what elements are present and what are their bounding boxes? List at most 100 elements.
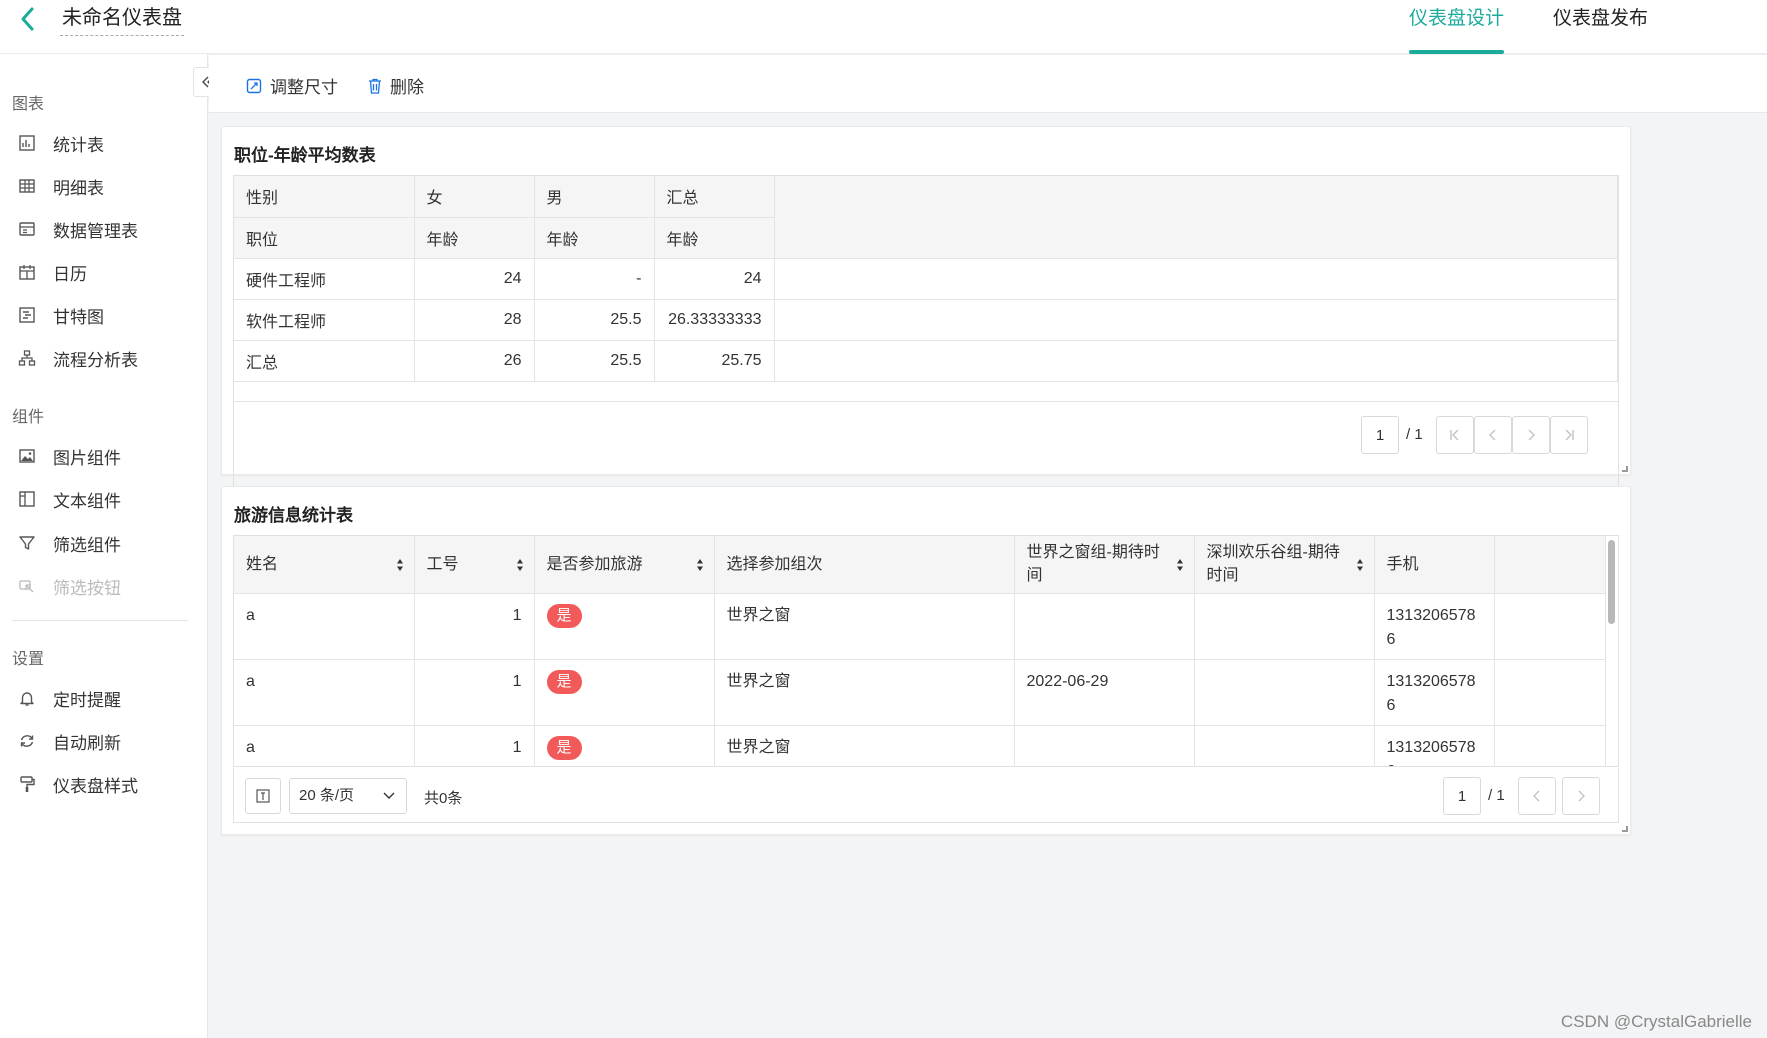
sidebar-item-image-component[interactable]: 图片组件: [0, 439, 200, 473]
paint-roller-icon: [20, 776, 35, 792]
column-settings-button[interactable]: [245, 778, 281, 814]
cell-value: 26: [414, 340, 535, 382]
status-badge: 是: [546, 669, 582, 694]
sidebar-item-label: 自动刷新: [53, 733, 121, 753]
table-row[interactable]: a 1 是 世界之窗 13132065786: [234, 725, 1606, 766]
status-badge: 是: [546, 735, 582, 760]
sidebar-item-scheduled-reminder[interactable]: 定时提醒: [0, 681, 200, 715]
calendar-icon: [19, 265, 35, 280]
column-header-window-time[interactable]: 世界之窗组-期待时间: [1014, 536, 1195, 594]
watermark: CSDN @CrystalGabrielle: [1560, 1012, 1752, 1031]
header-cell: 年龄: [534, 217, 655, 259]
prev-page-button[interactable]: [1474, 416, 1512, 454]
sidebar-item-detail-table[interactable]: 明细表: [0, 169, 200, 203]
page-size-select[interactable]: 20 条/页: [289, 778, 407, 814]
sidebar-item-text-component[interactable]: 文本组件: [0, 482, 200, 516]
image-icon: [19, 449, 35, 463]
table-footer: 20 条/页 共0条 1 / 1: [233, 768, 1619, 823]
dashboard-title[interactable]: 未命名仪表盘: [60, 5, 184, 36]
status-badge: 是: [546, 603, 582, 628]
last-page-button[interactable]: [1550, 416, 1588, 454]
header-cell: 性别: [234, 176, 415, 218]
page-number-input[interactable]: 1: [1361, 416, 1399, 454]
table-row[interactable]: a 1 是 世界之窗 13132065786: [234, 593, 1606, 660]
sidebar-item-label: 日历: [53, 264, 87, 284]
table-row[interactable]: a 1 是 世界之窗 2022-06-29 13132065786: [234, 659, 1606, 726]
sidebar-item-auto-refresh[interactable]: 自动刷新: [0, 724, 200, 758]
column-header-joined-trip[interactable]: 是否参加旅游: [534, 536, 715, 594]
header-cell: 年龄: [654, 217, 775, 259]
chevron-right-icon: [1578, 790, 1585, 802]
resize-button[interactable]: 调整尺寸: [246, 73, 338, 98]
record-count: 共0条: [424, 790, 463, 807]
prev-page-button[interactable]: [1518, 777, 1556, 815]
sidebar-item-calendar[interactable]: 日历: [0, 255, 200, 289]
pivot-table-card[interactable]: 职位-年龄平均数表 性别 女 男 汇总 职位 年龄 年龄 年龄 硬件工程师 24…: [221, 126, 1631, 512]
column-header-name[interactable]: 姓名: [234, 536, 415, 594]
back-arrow-icon[interactable]: [16, 4, 40, 34]
card-title: 职位-年龄平均数表: [234, 146, 376, 165]
sidebar-item-label: 数据管理表: [53, 221, 138, 241]
delete-button[interactable]: 删除: [368, 73, 424, 98]
sidebar-item-filter-component[interactable]: 筛选组件: [0, 526, 200, 560]
sort-icon[interactable]: [696, 558, 704, 572]
header-label: 工号: [426, 555, 459, 573]
column-header-happy-valley-time[interactable]: 深圳欢乐谷组-期待时间: [1194, 536, 1375, 594]
card-resize-handle[interactable]: [1622, 826, 1628, 832]
sidebar-item-data-management[interactable]: 数据管理表: [0, 212, 200, 246]
sort-icon[interactable]: [396, 558, 404, 572]
vertical-scrollbar[interactable]: [1606, 538, 1617, 766]
cell-value: 25.5: [534, 299, 655, 341]
header-label: 深圳欢乐谷组-期待时间: [1206, 544, 1340, 585]
section-title-settings: 设置: [12, 651, 45, 668]
sidebar-item-label: 明细表: [53, 178, 104, 198]
detail-table-card[interactable]: 旅游信息统计表 姓名 工号 是否参加旅游 选择参加组次 世界之窗组-期待时间 深…: [221, 486, 1631, 835]
cell-happy-valley-time: [1194, 593, 1375, 660]
sort-icon[interactable]: [1356, 558, 1364, 572]
scrollbar-thumb[interactable]: [1608, 540, 1615, 624]
header-filler: [774, 217, 1618, 259]
sidebar-item-dashboard-style[interactable]: 仪表盘样式: [0, 767, 200, 801]
sidebar-item-label: 图片组件: [53, 448, 121, 468]
first-page-button[interactable]: [1436, 416, 1474, 454]
cell-employee-id: 1: [414, 725, 535, 766]
cell-name: a: [234, 659, 415, 726]
sidebar-item-flow-analysis[interactable]: 流程分析表: [0, 341, 200, 375]
sort-icon[interactable]: [1176, 558, 1184, 572]
sidebar-item-stats-table[interactable]: 统计表: [0, 126, 200, 160]
filter-icon: [19, 536, 35, 550]
cell-phone: 13132065786: [1374, 659, 1495, 726]
sidebar-divider: [12, 620, 188, 621]
row-filler: [1494, 659, 1606, 726]
column-header-group[interactable]: 选择参加组次: [714, 536, 1015, 594]
cell-window-time: [1014, 725, 1195, 766]
column-header-employee-id[interactable]: 工号: [414, 536, 535, 594]
row-label: 硬件工程师: [234, 258, 415, 300]
page-number-input[interactable]: 1: [1443, 777, 1481, 815]
next-page-button[interactable]: [1562, 777, 1600, 815]
sort-icon[interactable]: [516, 558, 524, 572]
cell-value: -: [534, 258, 655, 300]
header-filler: [774, 176, 1618, 217]
card-resize-handle[interactable]: [1622, 466, 1628, 472]
table-row: 硬件工程师 24 - 24: [234, 258, 1618, 300]
tab-dashboard-design[interactable]: 仪表盘设计: [1409, 6, 1505, 54]
flow-icon: [18, 350, 36, 366]
sidebar-item-label: 仪表盘样式: [53, 776, 138, 796]
header-cell: 年龄: [414, 217, 535, 259]
refresh-icon: [20, 735, 34, 747]
section-title-charts: 图表: [12, 96, 45, 113]
canvas-toolbar: 调整尺寸 删除: [209, 55, 1767, 113]
cell-group: 世界之窗: [714, 593, 1015, 660]
row-label: 汇总: [234, 340, 415, 382]
chevron-left-icon: [1489, 429, 1496, 441]
page-total: / 1: [1488, 787, 1505, 804]
table-header-row: 性别 女 男 汇总: [234, 176, 1618, 218]
sidebar-item-gantt[interactable]: 甘特图: [0, 298, 200, 332]
column-header-phone[interactable]: 手机: [1374, 536, 1495, 594]
cell-value: 26.33333333: [654, 299, 775, 341]
next-page-button[interactable]: [1512, 416, 1550, 454]
chevron-left-icon: [1533, 790, 1540, 802]
tab-dashboard-publish[interactable]: 仪表盘发布: [1553, 6, 1648, 54]
row-label: 软件工程师: [234, 299, 415, 341]
